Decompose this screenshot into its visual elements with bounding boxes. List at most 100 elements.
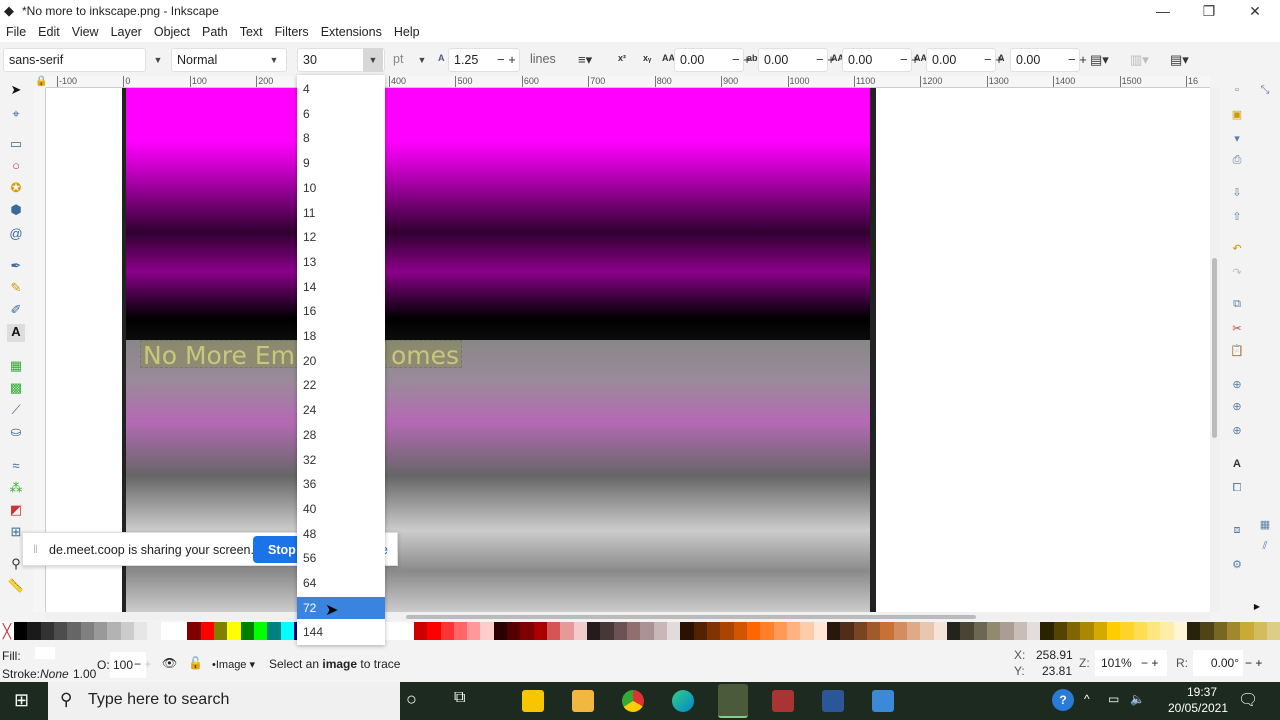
color-swatch[interactable] (680, 622, 694, 640)
color-swatch[interactable] (800, 622, 814, 640)
taskbar-search-box[interactable]: ⚲ Type here to search (48, 682, 400, 720)
color-swatch[interactable] (773, 622, 788, 640)
color-swatch[interactable] (906, 622, 921, 640)
zoom-page-icon[interactable]: ⊕ (1230, 424, 1244, 438)
selector-tool-icon[interactable]: ➤ (7, 82, 25, 100)
color-swatch[interactable] (533, 622, 548, 640)
color-swatch[interactable] (213, 622, 228, 640)
cut-icon[interactable]: ✂ (1230, 322, 1244, 336)
color-swatch[interactable] (493, 622, 508, 640)
canvas-image-reflection[interactable] (126, 340, 870, 612)
font-size-option[interactable]: 10 (297, 177, 385, 199)
color-swatch[interactable] (1160, 622, 1174, 640)
edge-icon[interactable] (672, 690, 694, 712)
group-icon[interactable]: ⧠ (1230, 482, 1244, 496)
meet-now-icon[interactable]: ▭ (1108, 692, 1119, 706)
text-direction-icon[interactable]: ▤▾ (1170, 52, 1189, 68)
toggle-lock-icon[interactable]: 🔓 (188, 656, 203, 670)
writing-mode-icon[interactable]: ▤▾ (1090, 52, 1109, 68)
color-swatch[interactable] (440, 622, 454, 640)
star-tool-icon[interactable]: ✪ (7, 180, 25, 198)
photos-icon[interactable] (872, 690, 894, 712)
font-style-dropdown-icon[interactable]: ▼ (264, 48, 284, 72)
zoom-stepper[interactable]: − + (1141, 656, 1158, 670)
paste-icon[interactable]: 📋 (1230, 344, 1244, 358)
color-swatch[interactable] (560, 622, 574, 640)
color-swatch[interactable] (1000, 622, 1014, 640)
color-swatch[interactable] (867, 622, 881, 640)
color-swatch[interactable] (120, 622, 134, 640)
menu-filters[interactable]: Filters (275, 22, 315, 42)
canvas-image-skyline[interactable] (126, 88, 870, 350)
font-size-option[interactable]: 56 (297, 547, 385, 569)
color-swatch[interactable] (400, 622, 414, 640)
font-size-option[interactable]: 12 (297, 226, 385, 248)
color-swatch[interactable] (893, 622, 907, 640)
inkscape-taskbar-icon[interactable] (718, 684, 748, 718)
color-swatch[interactable] (920, 622, 934, 640)
color-swatch[interactable] (1240, 622, 1254, 640)
color-swatch[interactable] (853, 622, 867, 640)
fill-swatch[interactable] (35, 647, 55, 659)
print-icon[interactable]: ⎙ (1230, 154, 1244, 168)
color-swatch[interactable] (427, 622, 441, 640)
font-size-option[interactable]: 6 (297, 103, 385, 125)
color-swatch[interactable] (693, 622, 708, 640)
color-swatch[interactable] (653, 622, 668, 640)
color-swatch[interactable] (1146, 622, 1161, 640)
color-swatch[interactable] (1013, 622, 1027, 640)
rotate-stepper[interactable]: − + (1245, 656, 1262, 670)
ellipse-tool-icon[interactable]: ○ (7, 158, 25, 176)
chrome-icon[interactable] (622, 690, 644, 712)
color-swatch[interactable] (1266, 622, 1280, 640)
new-document-icon[interactable]: ▫ (1230, 84, 1244, 98)
color-swatch[interactable] (547, 622, 561, 640)
open-icon[interactable]: ▣ (1230, 108, 1244, 122)
color-swatch[interactable] (573, 622, 588, 640)
color-swatch[interactable] (1066, 622, 1081, 640)
font-size-option[interactable]: 48 (297, 523, 385, 545)
color-swatch[interactable] (733, 622, 748, 640)
measure-tool-icon[interactable]: 📏 (7, 578, 25, 596)
color-swatch[interactable] (747, 622, 761, 640)
color-swatch[interactable] (1053, 622, 1067, 640)
font-family-input[interactable]: sans-serif (3, 48, 146, 72)
align-left-icon[interactable]: ≡▾ (578, 52, 592, 68)
color-swatch[interactable] (1253, 622, 1267, 640)
color-swatch[interactable] (933, 622, 947, 640)
color-swatch[interactable] (1120, 622, 1134, 640)
menu-path[interactable]: Path (202, 22, 234, 42)
text-orientation-icon[interactable]: ▥▾ (1130, 52, 1149, 68)
stroke-value[interactable]: None (40, 667, 69, 681)
calligraphy-tool-icon[interactable]: ✐ (7, 302, 25, 320)
cortana-icon[interactable]: ○ (406, 689, 417, 710)
stroke-width[interactable]: 1.00 (73, 667, 96, 681)
windows-start-icon[interactable]: ⊞ (14, 690, 29, 711)
color-swatch[interactable] (227, 622, 241, 640)
help-icon[interactable]: ? (1052, 689, 1074, 711)
color-swatch[interactable] (27, 622, 41, 640)
pen-tool-icon[interactable]: ✒ (7, 258, 25, 276)
menu-object[interactable]: Object (154, 22, 196, 42)
3d-box-tool-icon[interactable]: ⬢ (7, 202, 25, 220)
line-height-unit-select[interactable]: lines (525, 48, 567, 72)
file-explorer-icon[interactable] (572, 690, 594, 712)
font-size-option[interactable]: 64 (297, 572, 385, 594)
xml-editor-icon[interactable]: ⧈ (1230, 524, 1244, 538)
font-size-option[interactable]: 18 (297, 325, 385, 347)
color-swatch[interactable] (707, 622, 721, 640)
color-swatch[interactable] (40, 622, 54, 640)
color-swatch[interactable] (946, 622, 961, 640)
superscript-icon[interactable]: x² (618, 53, 626, 63)
zoom-drawing-icon[interactable]: ⊕ (1230, 400, 1244, 414)
text-font-icon[interactable]: A (1230, 458, 1244, 472)
spray-tool-icon[interactable]: ⁂ (7, 480, 25, 498)
color-swatch[interactable] (200, 622, 214, 640)
opacity-stepper[interactable]: − + (134, 657, 151, 671)
color-swatch[interactable] (787, 622, 801, 640)
color-swatch[interactable] (1080, 622, 1094, 640)
color-swatch[interactable] (600, 622, 614, 640)
color-swatch[interactable] (640, 622, 654, 640)
export-icon[interactable]: ⇧ (1230, 210, 1244, 224)
copy-icon[interactable]: ⧉ (1230, 298, 1244, 312)
